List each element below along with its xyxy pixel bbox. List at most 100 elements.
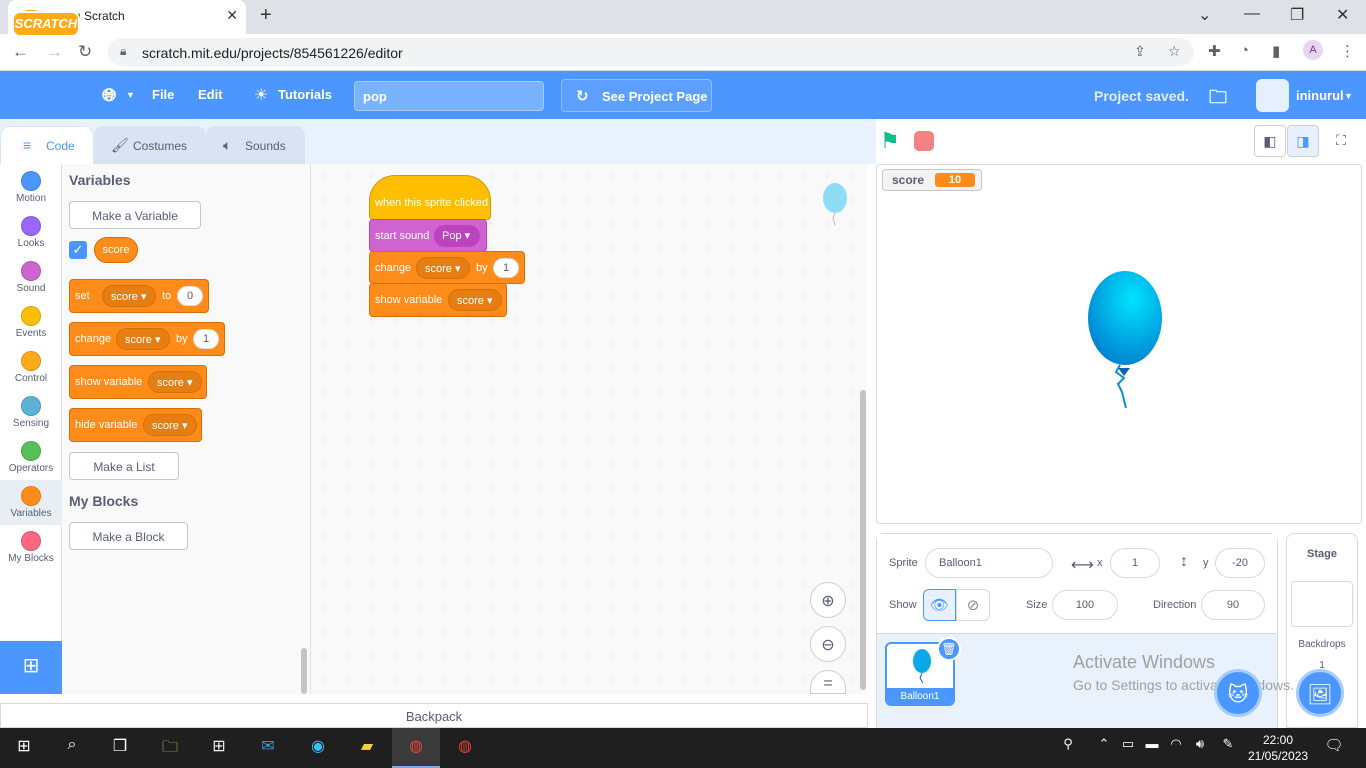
restore-window-icon[interactable]: ❐ bbox=[1290, 5, 1304, 25]
sprite-name-input[interactable]: Balloon1 bbox=[925, 548, 1053, 578]
scratch-logo[interactable]: SCRATCH bbox=[12, 11, 80, 37]
category-events[interactable]: Events bbox=[0, 300, 62, 345]
x-position-input[interactable]: 1 bbox=[1110, 548, 1160, 578]
hide-block-var-dropdown[interactable]: score ▾ bbox=[143, 414, 197, 436]
username[interactable]: ininurul bbox=[1296, 88, 1344, 103]
address-bar[interactable]: 🔒︎ scratch.mit.edu/projects/854561226/ed… bbox=[108, 38, 1194, 66]
pen-workspace-icon[interactable]: ✎ bbox=[1216, 736, 1240, 760]
tab-costumes[interactable]: 🖌︎ Costumes bbox=[94, 126, 206, 164]
extensions-puzzle-icon[interactable]: ✚ bbox=[1208, 42, 1221, 60]
category-sound[interactable]: Sound bbox=[0, 255, 62, 300]
windows-start-icon[interactable]: ⊞ bbox=[12, 736, 36, 760]
variable-checkbox[interactable]: ✓ bbox=[69, 241, 87, 259]
minimize-window-icon[interactable]: — bbox=[1244, 5, 1260, 23]
make-variable-button[interactable]: Make a Variable bbox=[69, 201, 201, 229]
start-sound-block[interactable]: start sound Pop ▾ bbox=[369, 219, 487, 252]
size-input[interactable]: 100 bbox=[1052, 590, 1118, 620]
profile-avatar-icon[interactable]: A bbox=[1303, 40, 1323, 60]
change-block-var-dropdown[interactable]: score ▾ bbox=[116, 328, 170, 350]
choose-backdrop-button[interactable]: 🖼︎ bbox=[1296, 669, 1344, 717]
palette-scrollbar[interactable] bbox=[301, 648, 307, 694]
workspace-scrollbar[interactable] bbox=[860, 390, 866, 690]
fullscreen-button[interactable]: ⛶ bbox=[1325, 125, 1357, 157]
category-variables[interactable]: Variables bbox=[0, 480, 62, 525]
tab-code[interactable]: ≡ Code bbox=[0, 126, 94, 164]
add-extension-button[interactable]: ⊞ bbox=[0, 641, 62, 694]
choose-sprite-button[interactable]: 🐱︎ bbox=[1214, 669, 1262, 717]
backpack-bar[interactable]: Backpack bbox=[0, 703, 868, 728]
score-reporter-block[interactable]: score bbox=[94, 237, 138, 263]
bookmark-star-icon[interactable]: ☆ bbox=[1168, 43, 1181, 60]
set-variable-block[interactable]: set score ▾ to 0 bbox=[69, 279, 209, 313]
script-show-var-dropdown[interactable]: score ▾ bbox=[448, 289, 502, 311]
show-hidden-icons-chevron-icon[interactable]: ⌃ bbox=[1092, 736, 1116, 760]
green-flag-icon[interactable]: ⚑ bbox=[880, 128, 900, 154]
tutorials-menu[interactable]: Tutorials bbox=[278, 87, 332, 102]
battery-icon[interactable]: ▬ bbox=[1140, 736, 1164, 760]
share-icon[interactable]: ⇪ bbox=[1134, 43, 1146, 60]
script-change-var-dropdown[interactable]: score ▾ bbox=[416, 257, 470, 279]
y-position-input[interactable]: -20 bbox=[1215, 548, 1265, 578]
volume-icon[interactable]: 🔊︎ bbox=[1188, 736, 1212, 760]
notifications-icon[interactable]: 🗨︎ bbox=[1322, 736, 1346, 760]
meet-now-icon[interactable]: ▭ bbox=[1116, 736, 1140, 760]
microsoft-store-icon[interactable]: ⊞ bbox=[207, 736, 231, 760]
stop-sign-icon[interactable] bbox=[914, 131, 934, 151]
sound-dropdown[interactable]: Pop ▾ bbox=[434, 225, 480, 247]
performance-icon[interactable]: ◔ bbox=[1240, 42, 1249, 59]
category-sensing[interactable]: Sensing bbox=[0, 390, 62, 435]
category-operators[interactable]: Operators bbox=[0, 435, 62, 480]
zoom-in-button[interactable]: ⊕ bbox=[810, 582, 846, 618]
category-motion[interactable]: Motion bbox=[0, 165, 62, 210]
category-looks[interactable]: Looks bbox=[0, 210, 62, 255]
tutorials-lightbulb-icon[interactable]: ☀︎ bbox=[254, 85, 268, 105]
script-change-value-input[interactable]: 1 bbox=[493, 258, 519, 278]
my-stuff-folder-icon[interactable]: 🗀︎ bbox=[1209, 85, 1227, 115]
make-list-button[interactable]: Make a List bbox=[69, 452, 179, 480]
category-control[interactable]: Control bbox=[0, 345, 62, 390]
people-icon[interactable]: ⚲ bbox=[1056, 736, 1080, 760]
small-stage-button[interactable]: ◧ bbox=[1254, 125, 1286, 157]
edge-browser-icon[interactable]: ◉ bbox=[306, 736, 330, 760]
back-arrow-icon[interactable]: ← bbox=[12, 42, 29, 62]
set-block-value-input[interactable]: 0 bbox=[177, 286, 203, 306]
chrome-menu-icon[interactable]: ⋮ bbox=[1340, 42, 1355, 60]
mail-icon[interactable]: ✉ bbox=[256, 736, 280, 760]
account-caret-icon[interactable]: ▼ bbox=[1344, 91, 1353, 101]
forward-arrow-icon[interactable]: → bbox=[46, 42, 63, 62]
balloon-sprite[interactable] bbox=[1080, 268, 1170, 413]
tab-search-chevron-icon[interactable]: ⌄ bbox=[1198, 5, 1211, 25]
chrome-icon[interactable]: ◍ bbox=[404, 736, 428, 760]
language-caret-icon[interactable]: ▼ bbox=[126, 90, 135, 100]
when-sprite-clicked-hat-block[interactable]: when this sprite clicked bbox=[369, 175, 491, 220]
change-variable-block[interactable]: change score ▾ by 1 bbox=[69, 322, 225, 356]
edit-menu[interactable]: Edit bbox=[198, 87, 223, 102]
show-sprite-button[interactable]: 👁︎ bbox=[923, 589, 956, 621]
hide-variable-block[interactable]: hide variable score ▾ bbox=[69, 408, 202, 442]
show-variable-block[interactable]: show variable score ▾ bbox=[69, 365, 207, 399]
reload-icon[interactable]: ↻ bbox=[78, 42, 92, 62]
user-avatar[interactable] bbox=[1256, 79, 1289, 112]
zoom-out-button[interactable]: ⊖ bbox=[810, 626, 846, 662]
make-block-button[interactable]: Make a Block bbox=[69, 522, 188, 550]
show-block-var-dropdown[interactable]: score ▾ bbox=[148, 371, 202, 393]
lock-icon[interactable]: 🔒︎ bbox=[120, 44, 126, 59]
change-block-value-input[interactable]: 1 bbox=[193, 329, 219, 349]
stage-thumbnail[interactable] bbox=[1291, 581, 1353, 627]
see-project-page-button[interactable]: ↻ See Project Page bbox=[561, 79, 712, 112]
close-window-icon[interactable]: ✕ bbox=[1336, 5, 1349, 25]
project-title-input[interactable]: pop bbox=[354, 81, 544, 111]
delete-sprite-button[interactable]: 🗑︎ bbox=[937, 637, 961, 661]
direction-input[interactable]: 90 bbox=[1201, 590, 1265, 620]
side-panel-icon[interactable]: ▮ bbox=[1272, 42, 1280, 60]
new-tab-icon[interactable]: + bbox=[260, 4, 272, 27]
normal-stage-button[interactable]: ◨ bbox=[1287, 125, 1319, 157]
url-text[interactable]: scratch.mit.edu/projects/854561226/edito… bbox=[142, 45, 403, 61]
chrome-profile-icon[interactable]: ◍ bbox=[453, 736, 477, 760]
category-my-blocks[interactable]: My Blocks bbox=[0, 525, 62, 570]
tab-sounds[interactable]: 🔈︎ Sounds bbox=[206, 126, 305, 164]
task-view-icon[interactable]: ❒ bbox=[108, 736, 132, 760]
change-score-block[interactable]: change score ▾ by 1 bbox=[369, 251, 525, 284]
file-menu[interactable]: File bbox=[152, 87, 174, 102]
search-icon[interactable]: ⌕ bbox=[60, 736, 84, 760]
